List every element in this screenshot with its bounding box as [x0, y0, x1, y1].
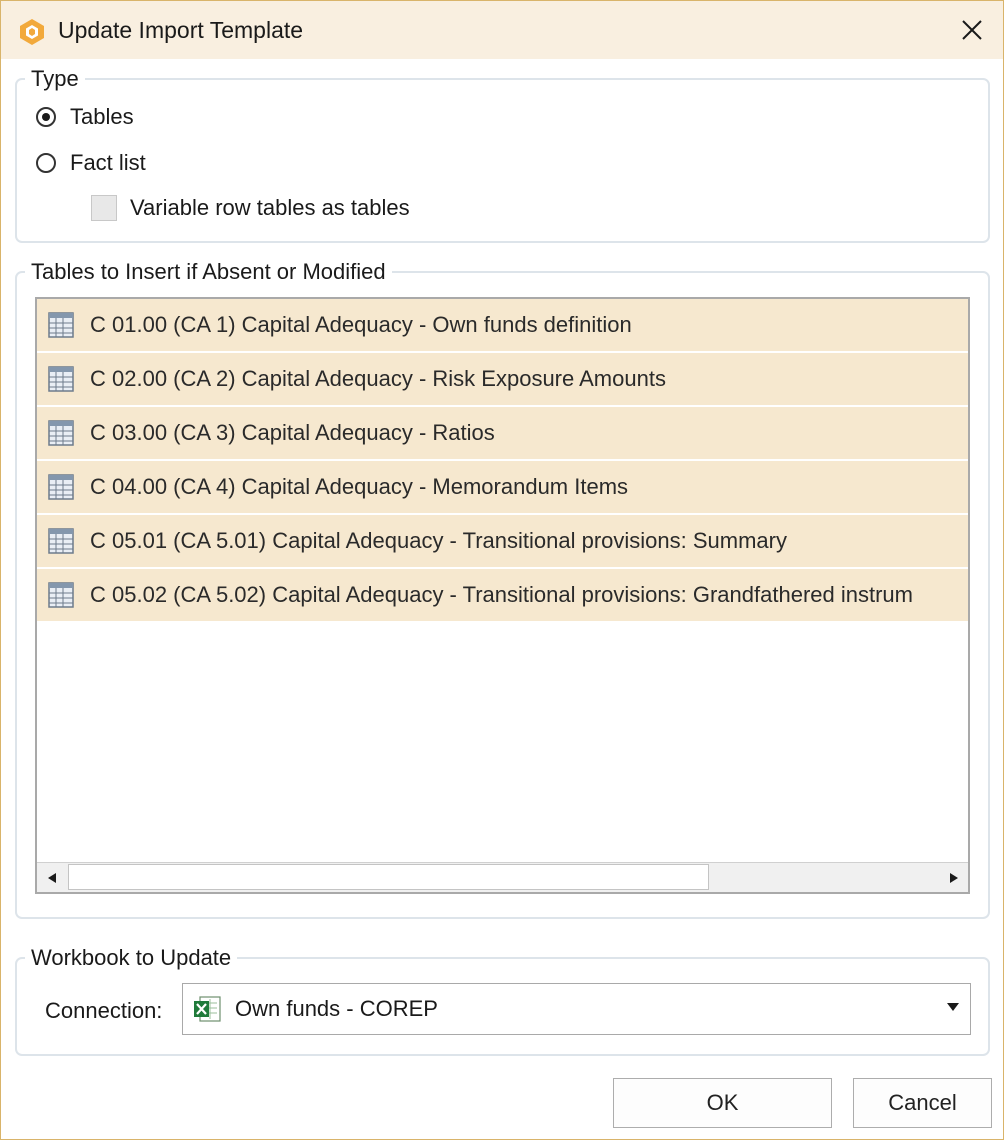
chevron-down-icon[interactable] — [946, 1002, 960, 1012]
connection-label: Connection: — [45, 998, 163, 1023]
excel-workbook-icon — [194, 996, 221, 1022]
list-item[interactable]: C 05.01 (CA 5.01) Capital Adequacy - Tra… — [37, 515, 968, 569]
scroll-right-arrow-icon — [949, 872, 958, 883]
connection-value: Own funds - COREP — [235, 996, 438, 1021]
list-item[interactable]: C 03.00 (CA 3) Capital Adequacy - Ratios — [37, 407, 968, 461]
list-item[interactable]: C 02.00 (CA 2) Capital Adequacy - Risk E… — [37, 353, 968, 407]
close-button[interactable] — [955, 13, 989, 47]
title-bar: Update Import Template — [1, 1, 1003, 59]
radio-fact-list-indicator[interactable] — [36, 153, 56, 173]
table-grid-icon — [48, 420, 74, 446]
radio-fact-list[interactable]: Fact list — [36, 150, 146, 176]
table-grid-icon — [48, 582, 74, 608]
list-item-label: C 02.00 (CA 2) Capital Adequacy - Risk E… — [90, 366, 666, 391]
list-item-label: C 01.00 (CA 1) Capital Adequacy - Own fu… — [90, 312, 632, 337]
workbook-group-legend: Workbook to Update — [31, 945, 232, 970]
radio-tables-label: Tables — [70, 104, 134, 129]
variable-row-tables-checkbox[interactable]: Variable row tables as tables — [91, 195, 410, 221]
close-icon — [962, 20, 982, 40]
ok-button[interactable]: OK — [613, 1078, 832, 1128]
radio-fact-list-label: Fact list — [70, 150, 146, 175]
list-item-label: C 05.01 (CA 5.01) Capital Adequacy - Tra… — [90, 528, 787, 553]
list-item-label: C 05.02 (CA 5.02) Capital Adequacy - Tra… — [90, 582, 913, 607]
table-grid-icon — [48, 474, 74, 500]
scroll-left-button[interactable] — [37, 863, 66, 892]
tables-group-legend: Tables to Insert if Absent or Modified — [31, 259, 386, 284]
dialog-window: Update Import Template Type Tables Fact … — [0, 0, 1004, 1140]
connection-select[interactable]: Own funds - COREP — [182, 983, 971, 1035]
scroll-left-arrow-icon — [47, 872, 56, 883]
cancel-button[interactable]: Cancel — [853, 1078, 992, 1128]
scroll-right-button[interactable] — [939, 863, 968, 892]
window-title: Update Import Template — [58, 17, 304, 43]
list-item[interactable]: C 01.00 (CA 1) Capital Adequacy - Own fu… — [37, 299, 968, 353]
variable-row-tables-label: Variable row tables as tables — [130, 195, 410, 220]
list-item-label: C 03.00 (CA 3) Capital Adequacy - Ratios — [90, 420, 495, 445]
list-item[interactable]: C 05.02 (CA 5.02) Capital Adequacy - Tra… — [37, 569, 968, 623]
app-logo-icon — [20, 19, 44, 45]
type-group-legend: Type — [31, 66, 79, 91]
variable-row-tables-checkbox-box[interactable] — [91, 195, 117, 221]
scrollbar-thumb[interactable] — [68, 864, 709, 890]
list-item[interactable]: C 04.00 (CA 4) Capital Adequacy - Memora… — [37, 461, 968, 515]
table-grid-icon — [48, 366, 74, 392]
tables-listbox[interactable]: C 01.00 (CA 1) Capital Adequacy - Own fu… — [35, 297, 970, 894]
horizontal-scrollbar[interactable] — [37, 862, 968, 892]
list-item-label: C 04.00 (CA 4) Capital Adequacy - Memora… — [90, 474, 629, 499]
table-grid-icon — [48, 528, 74, 554]
radio-tables-indicator[interactable] — [36, 107, 56, 127]
table-grid-icon — [48, 312, 74, 338]
radio-tables[interactable]: Tables — [36, 104, 134, 130]
